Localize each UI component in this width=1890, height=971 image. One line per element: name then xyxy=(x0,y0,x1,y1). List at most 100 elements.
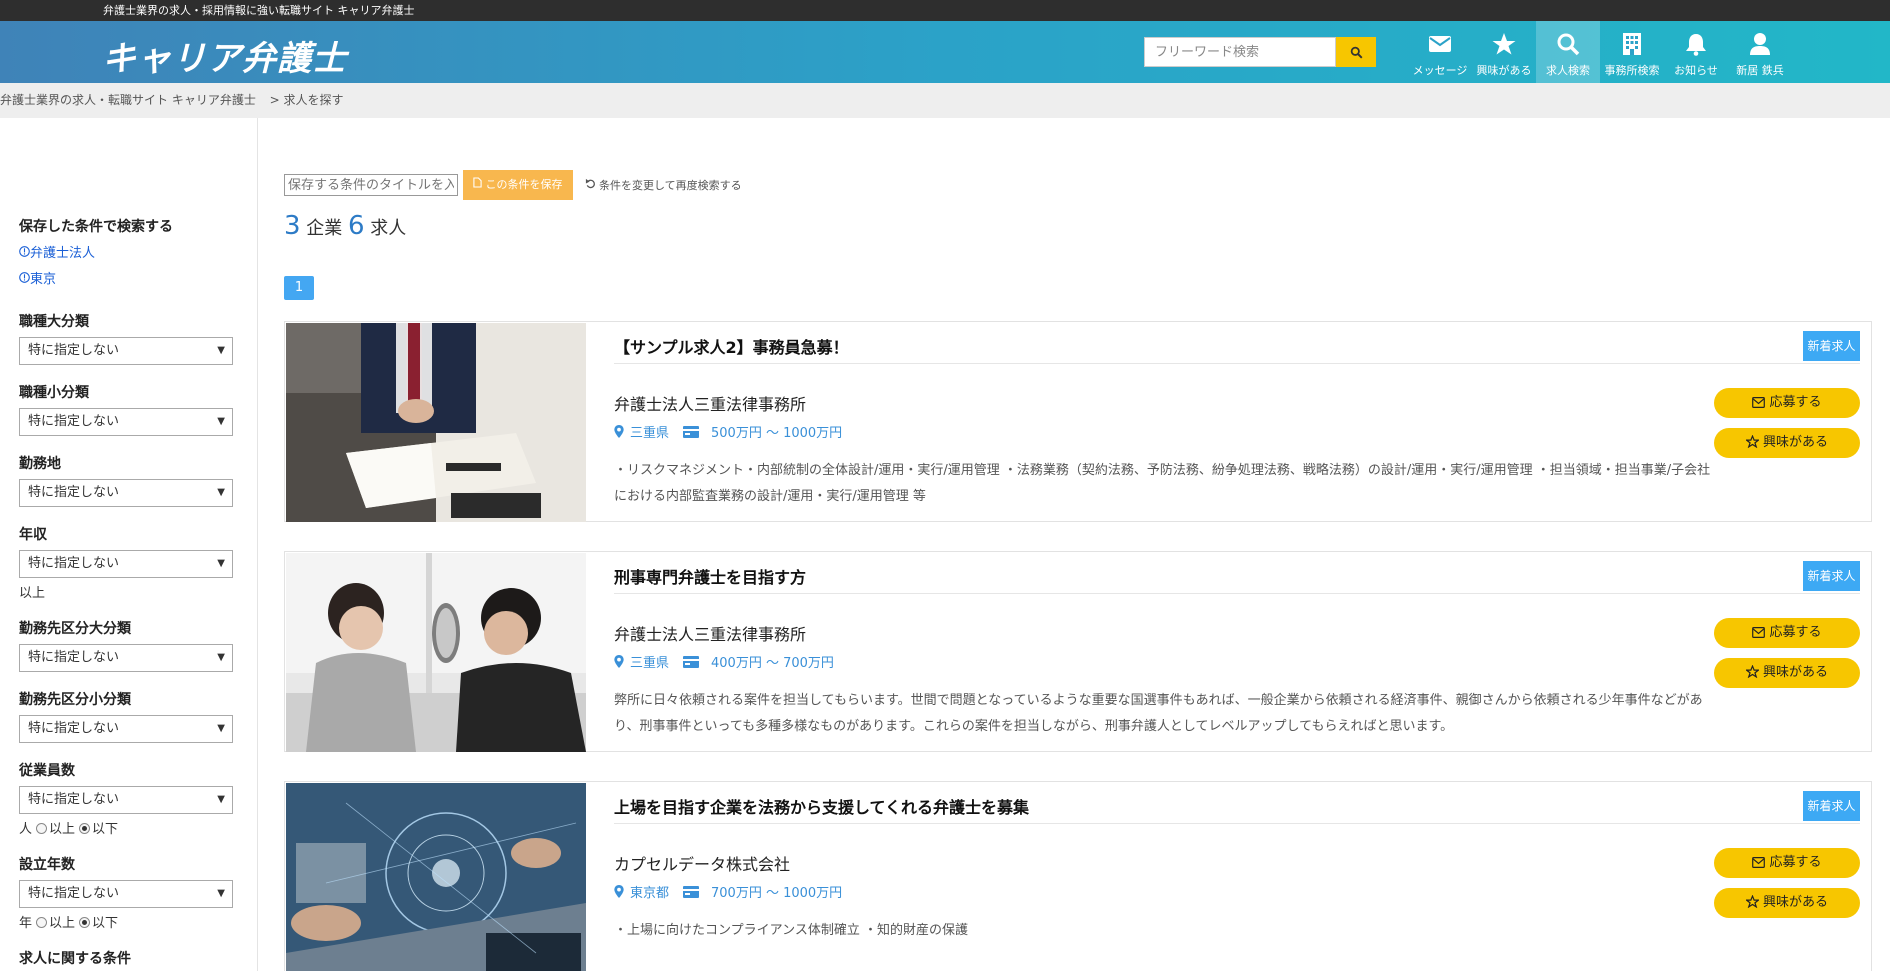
company-count: 3 xyxy=(284,211,301,241)
job-photo xyxy=(286,323,586,522)
dropdown-arrow-icon: ▼ xyxy=(217,723,225,734)
select-value: 特に指定しない xyxy=(28,721,120,736)
filter-job-category-minor: 職種小分類 特に指定しない ▼ xyxy=(19,382,257,436)
save-condition-label: この条件を保存 xyxy=(485,178,563,191)
saved-condition-link[interactable]: 弁護士法人 xyxy=(19,242,257,261)
nav-notifications-label: お知らせ xyxy=(1674,64,1718,77)
job-card[interactable]: 刑事専門弁護士を目指す方 新着求人 弁護士法人三重法律事務所 三重県 400万円… xyxy=(284,551,1872,752)
filter-label: 設立年数 xyxy=(19,857,75,873)
radio-above[interactable] xyxy=(36,917,48,928)
search-icon xyxy=(1557,33,1580,56)
filter-salary: 年収 特に指定しない ▼ 以上 xyxy=(19,524,257,601)
site-logo[interactable]: キャリア弁護士 xyxy=(102,31,347,80)
filter-label: 勤務地 xyxy=(19,456,61,472)
filter-job-category-major: 職種大分類 特に指定しない ▼ xyxy=(19,311,257,365)
employer-type-minor-select[interactable]: 特に指定しない ▼ xyxy=(19,715,233,743)
salary-card-icon xyxy=(683,425,700,438)
interested-label: 興味がある xyxy=(1762,665,1828,680)
breadcrumb-home-link[interactable]: 弁護士業界の求人・転職サイト キャリア弁護士 xyxy=(0,93,256,107)
star-outline-icon xyxy=(1744,664,1761,679)
nav-favorites[interactable]: 興味がある xyxy=(1472,21,1536,83)
select-value: 特に指定しない xyxy=(28,343,120,358)
apply-label: 応募する xyxy=(1769,395,1822,410)
apply-button[interactable]: 応募する xyxy=(1714,388,1860,418)
save-condition-title-input[interactable] xyxy=(284,174,458,196)
employee-count-select[interactable]: 特に指定しない ▼ xyxy=(19,786,233,814)
header-nav: メッセージ 興味がある 求人検索 事務所検索 お知らせ 新居 鉄兵 xyxy=(1408,21,1792,83)
nav-job-search[interactable]: 求人検索 xyxy=(1536,21,1600,83)
job-unit: 求人 xyxy=(370,218,407,239)
filter-years-established: 設立年数 特に指定しない ▼ 年 以上 以下 xyxy=(19,854,257,931)
salary-select[interactable]: 特に指定しない ▼ xyxy=(19,550,233,578)
job-salary: 500万円 〜 1000万円 xyxy=(711,426,843,441)
saved-condition-label: 弁護士法人 xyxy=(30,246,96,261)
company-name[interactable]: カプセルデータ株式会社 xyxy=(614,851,790,875)
star-icon xyxy=(1492,33,1516,55)
job-category-minor-select[interactable]: 特に指定しない ▼ xyxy=(19,408,233,436)
employer-type-major-select[interactable]: 特に指定しない ▼ xyxy=(19,644,233,672)
filter-label: 職種小分類 xyxy=(19,385,89,401)
salary-note: 以上 xyxy=(19,586,46,601)
company-name[interactable]: 弁護士法人三重法律事務所 xyxy=(614,391,806,415)
star-outline-icon xyxy=(1744,434,1761,449)
filter-location: 勤務地 特に指定しない ▼ xyxy=(19,453,257,507)
info-circle-icon xyxy=(19,272,30,283)
card-divider xyxy=(614,593,1860,594)
job-category-major-select[interactable]: 特に指定しない ▼ xyxy=(19,337,233,365)
filter-employee-count: 従業員数 特に指定しない ▼ 人 以上 以下 xyxy=(19,760,257,837)
apply-button[interactable]: 応募する xyxy=(1714,848,1860,878)
page-button-current[interactable]: 1 xyxy=(284,276,314,300)
filter-sidebar: 保存した条件で検索する 弁護士法人 東京 職種大分類 特に指定しない ▼ 職種小分… xyxy=(0,118,258,971)
envelope-icon xyxy=(1752,627,1766,638)
bell-icon xyxy=(1686,34,1706,56)
interested-button[interactable]: 興味がある xyxy=(1714,658,1860,688)
select-value: 特に指定しない xyxy=(28,650,120,665)
job-description: ・上場に向けたコンプライアンス体制確立 ・知的財産の保護 xyxy=(614,923,968,938)
interested-button[interactable]: 興味がある xyxy=(1714,428,1860,458)
research-link[interactable]: 条件を変更して再度検索する xyxy=(585,177,742,193)
radio-below[interactable] xyxy=(79,823,91,834)
filter-label: 求人に関する条件 xyxy=(19,951,131,967)
filter-employer-type-minor: 勤務先区分小分類 特に指定しない ▼ xyxy=(19,689,257,743)
save-condition-button[interactable]: この条件を保存 xyxy=(463,170,573,200)
radio-below-label: 以下 xyxy=(92,822,119,837)
select-value: 特に指定しない xyxy=(28,792,120,807)
unit-label: 人 xyxy=(19,822,33,837)
interested-button[interactable]: 興味がある xyxy=(1714,888,1860,918)
saved-condition-link[interactable]: 東京 xyxy=(19,268,257,287)
radio-below-label: 以下 xyxy=(92,916,119,931)
nav-job-search-label: 求人検索 xyxy=(1546,64,1590,77)
site-header: キャリア弁護士 メッセージ 興味がある 求人検索 事務所検索 お知らせ xyxy=(0,21,1890,83)
tagline-text: 弁護士業界の求人・採用情報に強い転職サイト キャリア弁護士 xyxy=(103,4,415,17)
nav-user-profile[interactable]: 新居 鉄兵 xyxy=(1728,21,1792,83)
job-description: ・リスクマネジメント・内部統制の全体設計/運用・実行/運用管理 ・法務業務（契約… xyxy=(614,463,1711,504)
apply-button[interactable]: 応募する xyxy=(1714,618,1860,648)
job-salary: 400万円 〜 700万円 xyxy=(711,656,834,671)
radio-below[interactable] xyxy=(79,917,91,928)
filter-job-conditions: 求人に関する条件 xyxy=(19,948,257,971)
job-card[interactable]: 【サンプル求人2】事務員急募！ 新着求人 弁護士法人三重法律事務所 三重県 50… xyxy=(284,321,1872,522)
job-title[interactable]: 上場を目指す企業を法務から支援してくれる弁護士を募集 xyxy=(614,794,1029,818)
select-value: 特に指定しない xyxy=(28,485,120,500)
dropdown-arrow-icon: ▼ xyxy=(217,652,225,663)
job-title[interactable]: 【サンプル求人2】事務員急募！ xyxy=(614,334,849,358)
job-meta: 東京都 700万円 〜 1000万円 xyxy=(614,882,842,901)
location-select[interactable]: 特に指定しない ▼ xyxy=(19,479,233,507)
search-submit-button[interactable] xyxy=(1336,37,1376,67)
nav-office-search[interactable]: 事務所検索 xyxy=(1600,21,1664,83)
nav-messages[interactable]: メッセージ xyxy=(1408,21,1472,83)
new-job-badge: 新着求人 xyxy=(1803,331,1860,361)
company-unit: 企業 xyxy=(306,218,343,239)
dropdown-arrow-icon: ▼ xyxy=(217,558,225,569)
job-card[interactable]: 上場を目指す企業を法務から支援してくれる弁護士を募集 新着求人 カプセルデータ株… xyxy=(284,781,1872,971)
new-job-badge: 新着求人 xyxy=(1803,561,1860,591)
saved-condition-label: 東京 xyxy=(30,272,57,287)
job-title[interactable]: 刑事専門弁護士を目指す方 xyxy=(614,564,806,588)
salary-card-icon xyxy=(683,885,700,898)
company-name[interactable]: 弁護士法人三重法律事務所 xyxy=(614,621,806,645)
radio-above[interactable] xyxy=(36,823,48,834)
free-word-search-input[interactable] xyxy=(1144,37,1336,67)
job-location: 三重県 xyxy=(630,426,670,441)
nav-notifications[interactable]: お知らせ xyxy=(1664,21,1728,83)
years-established-select[interactable]: 特に指定しない ▼ xyxy=(19,880,233,908)
